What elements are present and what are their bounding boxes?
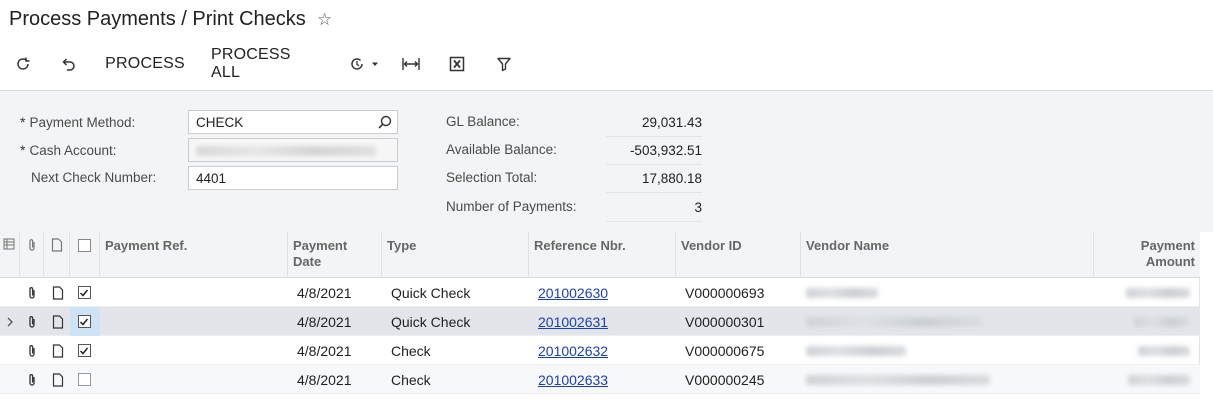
payment-date-cell: 4/8/2021 [297, 285, 352, 301]
payment-amount-redacted [1128, 365, 1190, 394]
payment-date-cell: 4/8/2021 [297, 372, 352, 388]
undo-icon[interactable] [57, 52, 79, 76]
favorite-star-icon[interactable]: ☆ [317, 10, 332, 30]
table-row[interactable]: 4/8/2021 Check 201002632 V000000675 [0, 336, 1200, 365]
payment-amount-redacted [1126, 278, 1190, 307]
row-select-checkbox[interactable] [72, 307, 96, 336]
select-all-checkbox[interactable] [70, 232, 100, 278]
vendor-id-cell: V000000693 [685, 285, 765, 301]
number-of-payments-label: Number of Payments: [446, 199, 577, 214]
filter-icon[interactable] [494, 52, 514, 76]
type-cell: Check [391, 372, 431, 388]
selection-total-label: Selection Total: [446, 170, 538, 185]
clock-icon [350, 58, 363, 70]
grid-header: Payment Ref. Payment Date Type Reference … [0, 232, 1200, 278]
column-settings-icon[interactable] [0, 232, 20, 278]
vendor-id-cell: V000000245 [685, 372, 765, 388]
caret-down-icon [371, 62, 378, 66]
schedule-dropdown-button[interactable] [345, 52, 383, 76]
current-row-chevron-icon [0, 307, 20, 336]
header-payment-amount[interactable]: Payment Amount [1094, 232, 1200, 278]
cash-account-label: * Cash Account: [20, 142, 117, 158]
row-select-checkbox[interactable] [72, 278, 96, 307]
reference-nbr-link[interactable]: 201002631 [538, 307, 608, 336]
attachment-header-icon [20, 232, 44, 278]
next-check-number-label: Next Check Number: [31, 170, 157, 185]
selection-total-value: 17,880.18 [606, 171, 702, 193]
refresh-icon[interactable] [12, 52, 34, 76]
note-icon[interactable] [46, 336, 70, 365]
payment-amount-redacted [1138, 336, 1190, 365]
export-excel-icon[interactable] [447, 52, 467, 76]
reference-nbr-link[interactable]: 201002633 [538, 365, 608, 394]
header-reference-nbr[interactable]: Reference Nbr. [529, 232, 676, 278]
attachment-icon[interactable] [20, 307, 44, 336]
vendor-id-cell: V000000301 [685, 314, 765, 330]
attachment-icon[interactable] [20, 278, 44, 307]
process-all-button[interactable]: PROCESS ALL [211, 46, 319, 81]
header-vendor-name[interactable]: Vendor Name [801, 232, 1094, 278]
title-bar: Process Payments / Print Checks ☆ [0, 0, 1213, 40]
vendor-name-redacted [806, 336, 906, 365]
number-of-payments-value: 3 [606, 200, 702, 222]
fit-to-screen-icon[interactable] [400, 52, 422, 76]
cash-account-field[interactable] [188, 138, 398, 162]
page-title: Process Payments / Print Checks [9, 8, 306, 30]
vendor-name-redacted [806, 307, 982, 336]
table-row[interactable]: 4/8/2021 Quick Check 201002631 V00000030… [0, 307, 1200, 336]
payment-date-cell: 4/8/2021 [297, 343, 352, 359]
vendor-id-cell: V000000675 [685, 343, 765, 359]
row-select-checkbox[interactable] [72, 365, 96, 394]
note-icon[interactable] [46, 365, 70, 394]
search-icon[interactable] [377, 114, 393, 130]
reference-nbr-link[interactable]: 201002632 [538, 336, 608, 365]
type-cell: Quick Check [391, 314, 471, 330]
gl-balance-value: 29,031.43 [606, 115, 702, 137]
attachment-icon[interactable] [20, 365, 44, 394]
header-type[interactable]: Type [382, 232, 529, 278]
note-icon[interactable] [46, 278, 70, 307]
available-balance-value: -503,932.51 [606, 143, 702, 165]
summary-form: * Payment Method: CHECK * Cash Account: Ne… [0, 90, 1213, 232]
cash-account-value-redacted [196, 146, 376, 156]
available-balance-label: Available Balance: [446, 142, 557, 157]
gl-balance-label: GL Balance: [446, 114, 520, 129]
table-row[interactable]: 4/8/2021 Quick Check 201002630 V00000069… [0, 278, 1200, 307]
vendor-name-redacted [806, 365, 990, 394]
reference-nbr-link[interactable]: 201002630 [538, 278, 608, 307]
payments-grid: Payment Ref. Payment Date Type Reference … [0, 232, 1200, 394]
table-row[interactable]: 4/8/2021 Check 201002633 V000000245 [0, 365, 1200, 394]
header-vendor-id[interactable]: Vendor ID [676, 232, 801, 278]
attachment-icon[interactable] [20, 336, 44, 365]
next-check-number-field[interactable]: 4401 [188, 166, 398, 190]
payment-date-cell: 4/8/2021 [297, 314, 352, 330]
note-icon[interactable] [46, 307, 70, 336]
header-payment-ref[interactable]: Payment Ref. [100, 232, 288, 278]
header-payment-date[interactable]: Payment Date [288, 232, 382, 278]
vendor-name-redacted [806, 278, 878, 307]
payment-method-field[interactable]: CHECK [188, 110, 398, 134]
row-select-checkbox[interactable] [72, 336, 96, 365]
process-button[interactable]: PROCESS [105, 52, 184, 76]
note-header-icon [44, 232, 70, 278]
type-cell: Check [391, 343, 431, 359]
payment-amount-redacted [1134, 307, 1190, 336]
type-cell: Quick Check [391, 285, 471, 301]
toolbar: PROCESS PROCESS ALL [0, 46, 1213, 82]
payment-method-label: * Payment Method: [20, 114, 136, 130]
